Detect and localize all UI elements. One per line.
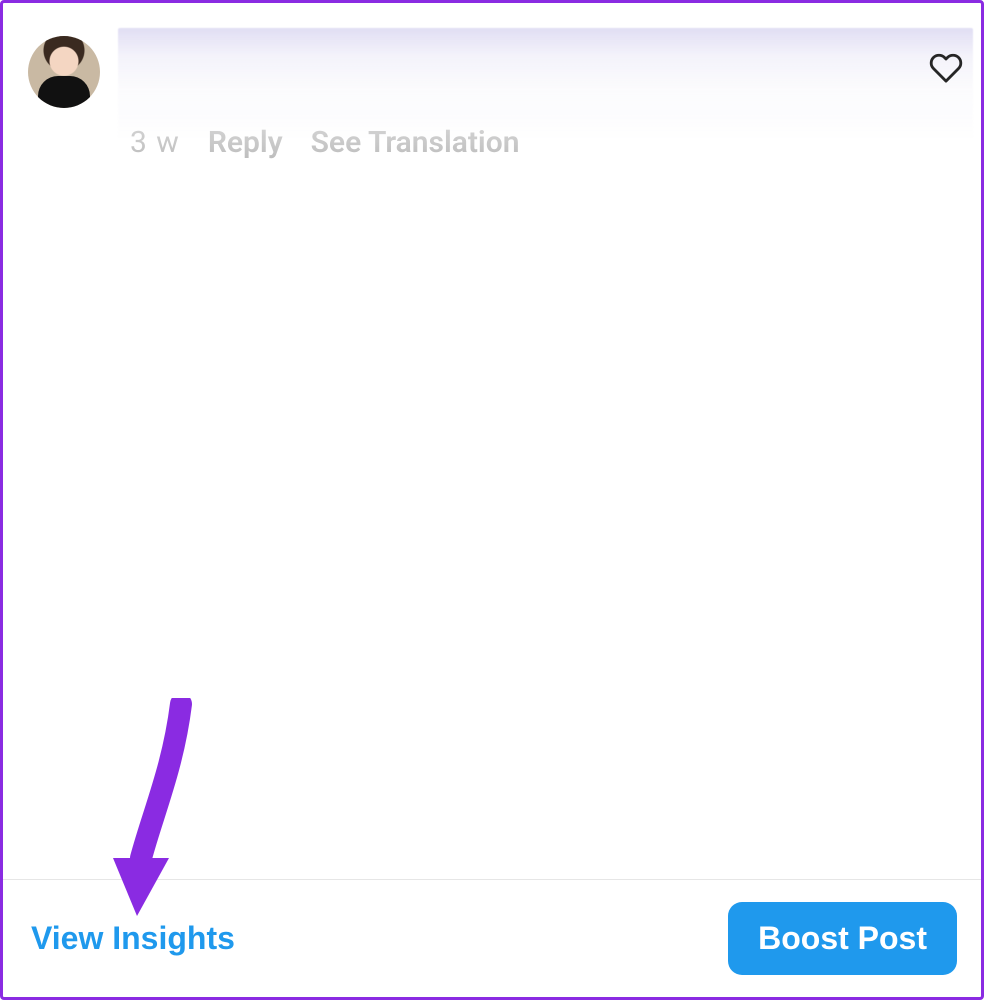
post-detail-frame: 3 w Reply See Translation View Insights … [0,0,984,1000]
reply-link[interactable]: Reply [208,125,283,160]
boost-post-button[interactable]: Boost Post [728,902,957,975]
commenter-avatar[interactable] [28,36,100,108]
see-translation-link[interactable]: See Translation [311,125,520,160]
comment-text-redacted [118,28,973,138]
post-action-bar: View Insights Boost Post [3,880,981,997]
comment-row [28,28,973,138]
comment-age-label: 3 w [130,125,180,160]
heart-outline-icon[interactable] [929,51,963,85]
view-insights-button[interactable]: View Insights [27,914,239,963]
avatar-image-body [38,76,90,108]
comment-meta-row: 3 w Reply See Translation [130,123,941,161]
